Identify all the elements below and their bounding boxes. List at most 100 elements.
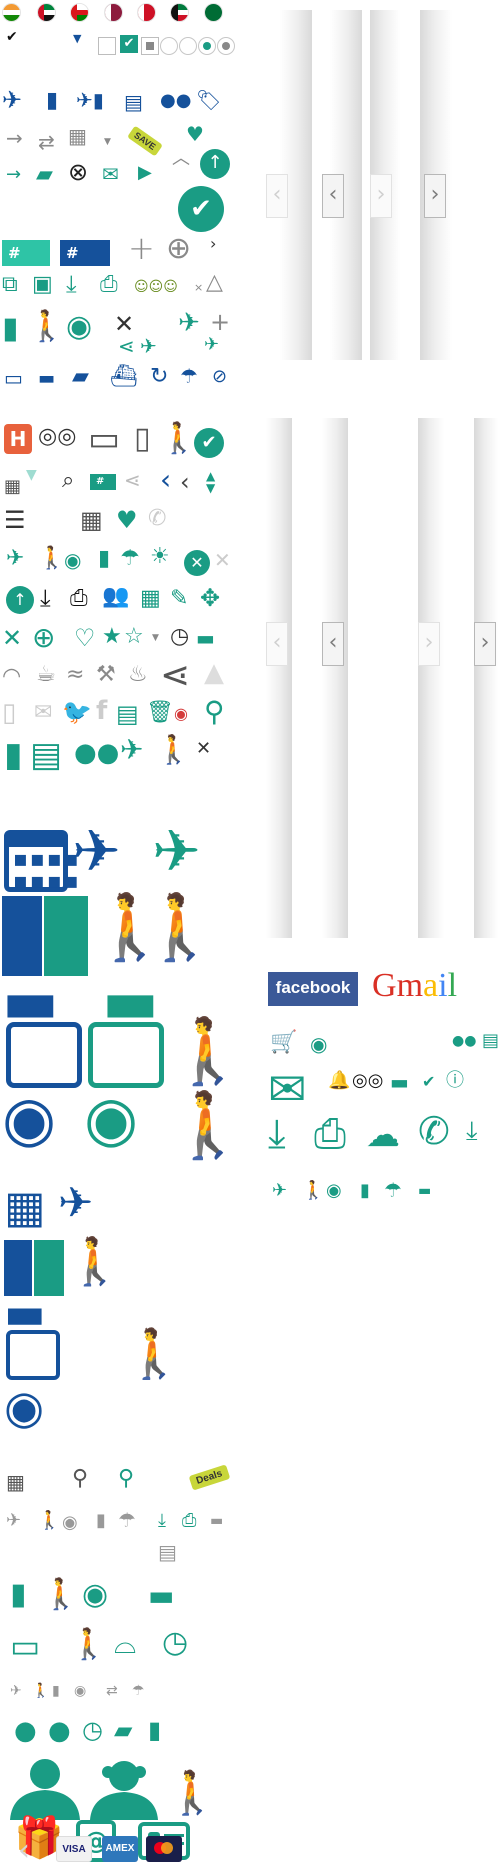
triangle-gray-icon: ▲: [204, 658, 224, 688]
map-small-icon: ▤: [482, 1030, 500, 1051]
slider2-prev-button[interactable]: ‹: [322, 622, 344, 666]
scroll-up-button[interactable]: ↑: [200, 149, 230, 179]
hotel-row-icon: ▮: [360, 1180, 370, 1201]
airplane-teal-small-icon: ✈: [6, 546, 25, 571]
umbrella-teal-icon: ☂: [120, 546, 140, 571]
close-circle-teal-icon: ✕: [184, 550, 210, 576]
slider2-next-faint-button[interactable]: ›: [418, 622, 440, 666]
pool-icon: ≈: [66, 662, 85, 687]
checkbox-checked[interactable]: ✔: [120, 35, 138, 53]
move-icon: ✥: [200, 584, 221, 612]
facebook-logo[interactable]: facebook: [268, 972, 358, 1006]
airplane-down-icon: ✈: [204, 334, 220, 355]
calendar-large-icon: ▪▪▪▪ ▪▪▪▪: [4, 830, 79, 893]
wallet-icon: ▰: [114, 1716, 133, 1744]
map-folded-icon: ▤: [30, 735, 63, 775]
tripadvisor-black-icon: ◎◎: [352, 1070, 384, 1091]
slider-next-faint-button[interactable]: ›: [370, 174, 392, 218]
facebook-gray-icon: f: [96, 696, 108, 726]
slider-next-button[interactable]: ›: [424, 174, 446, 218]
wifi-icon: ◠: [2, 664, 22, 689]
hotel-icon: ▮: [46, 88, 59, 113]
heart-teal-icon: ♥: [116, 506, 138, 534]
airplane-teal-icon: ✈: [178, 308, 200, 338]
star-icon: ★: [102, 624, 122, 649]
hiker-tiny-icon: 🚶: [32, 1683, 50, 1699]
caret-small-icon: ▼: [152, 633, 159, 643]
chevron-left-blue-icon: ‹: [160, 463, 172, 496]
slider-shadow-panel-5: [266, 418, 292, 938]
edit-icon: ✎: [170, 586, 189, 611]
hiker-gray-icon: 🚶: [38, 1510, 61, 1531]
calendar-teal-icon: ▦: [140, 586, 161, 611]
service-bell-icon: ⌓: [114, 1627, 137, 1660]
car-row-icon: ▬: [418, 1183, 432, 1199]
heart-icon: ♥: [186, 122, 204, 146]
hotel-logo-icon: H: [4, 424, 32, 454]
checkbox-unchecked[interactable]: [98, 37, 116, 55]
share-large-icon: ⋖: [160, 655, 191, 696]
airplane-large-teal-icon: ✈: [152, 817, 201, 885]
no-smoking-icon: ⊘: [212, 366, 228, 387]
swap-tiny-icon: ⇄: [106, 1683, 118, 1699]
close-x-icon: ✕: [114, 310, 135, 338]
gmail-logo[interactable]: Gmail: [372, 966, 457, 1006]
slider-prev-faint-button[interactable]: ‹: [266, 174, 288, 218]
radio-checked[interactable]: [198, 37, 216, 55]
twitter-icon: 🐦: [62, 698, 92, 726]
dining-teal-small-icon: ◉: [64, 548, 82, 572]
hiker-row-icon: 🚶: [302, 1180, 325, 1201]
radio-unchecked-2[interactable]: [179, 37, 197, 55]
photographer-icon: 🚶: [156, 733, 191, 766]
dining-gray-icon: ◉: [62, 1512, 78, 1533]
chevron-right-icon: ›: [210, 234, 217, 253]
plus-thin-icon: +: [128, 229, 155, 267]
info-icon: ⓘ: [446, 1070, 464, 1091]
search-icon: ⌕: [62, 468, 75, 493]
spa-icon: ♨: [128, 662, 148, 687]
radio-checked-gray[interactable]: [217, 37, 235, 55]
mastercard-card: [146, 1836, 182, 1862]
hotel-teal-row-icon: ▮: [10, 1577, 27, 1612]
calendar-small-icon: ▦: [4, 476, 22, 497]
clock-icon: ◷: [170, 624, 190, 649]
slider2-next-button[interactable]: ›: [474, 622, 496, 666]
calendar-icon: ▦: [68, 124, 87, 148]
slider2-prev-faint-button[interactable]: ‹: [266, 622, 288, 666]
calendar-gray-icon: ▦: [6, 1470, 25, 1494]
checkbox-indeterminate[interactable]: [141, 37, 159, 55]
radio-unchecked[interactable]: [160, 37, 178, 55]
printer-teal-small-icon: ⎙: [182, 1510, 197, 1531]
eye-icon: ◉: [310, 1032, 328, 1056]
close-gray-icon: ✕: [214, 548, 231, 572]
amex-card: AMEX: [102, 1836, 138, 1862]
airplane-tiny-icon: ✈: [10, 1683, 22, 1699]
umbrella-tiny-icon: ☂: [132, 1683, 145, 1699]
plus-circle-teal-icon: ⊕: [32, 621, 56, 654]
walker-gray-icon: 🚶: [160, 421, 198, 456]
dropdown-arrow-icon: ▼: [73, 32, 82, 45]
download-small-icon: ⤓: [466, 1116, 478, 1146]
binoculars-teal-icon: ●●: [74, 738, 120, 768]
slider-prev-button[interactable]: ‹: [322, 174, 344, 218]
car-teal-icon: ▬: [196, 626, 215, 650]
hotel-teal-small-icon: ▮: [98, 546, 111, 571]
success-check-icon: ✔: [178, 186, 224, 232]
chat-bubble-icon: ▰: [36, 162, 53, 187]
envelope-large-icon: ✉: [268, 1062, 307, 1116]
close-circle-icon: ⊗: [68, 158, 89, 186]
trash-icon: 🗑: [146, 700, 174, 725]
luggage-traveler-icon: 🚶: [166, 1768, 219, 1817]
printer-black-icon: ⎙: [70, 586, 88, 611]
lightbulb-icon: ☀: [150, 544, 170, 569]
airplane-large-blue-icon: ✈: [72, 817, 121, 885]
chevron-left-faint-icon[interactable]: ‹: [18, 1836, 30, 1866]
heart-outline-icon: ♡: [74, 624, 96, 652]
car-gray-icon: ▬: [210, 1513, 224, 1529]
dining-large-teal-icon: ◉: [84, 1082, 139, 1155]
walker-large-blue-icon: 🚶: [168, 1015, 248, 1089]
bed-icon: ▬: [390, 1070, 409, 1094]
gym-icon: ⚒: [96, 662, 116, 687]
phone-circle-icon: ✆: [418, 1109, 450, 1153]
printer-icon: ⎙: [100, 272, 118, 297]
